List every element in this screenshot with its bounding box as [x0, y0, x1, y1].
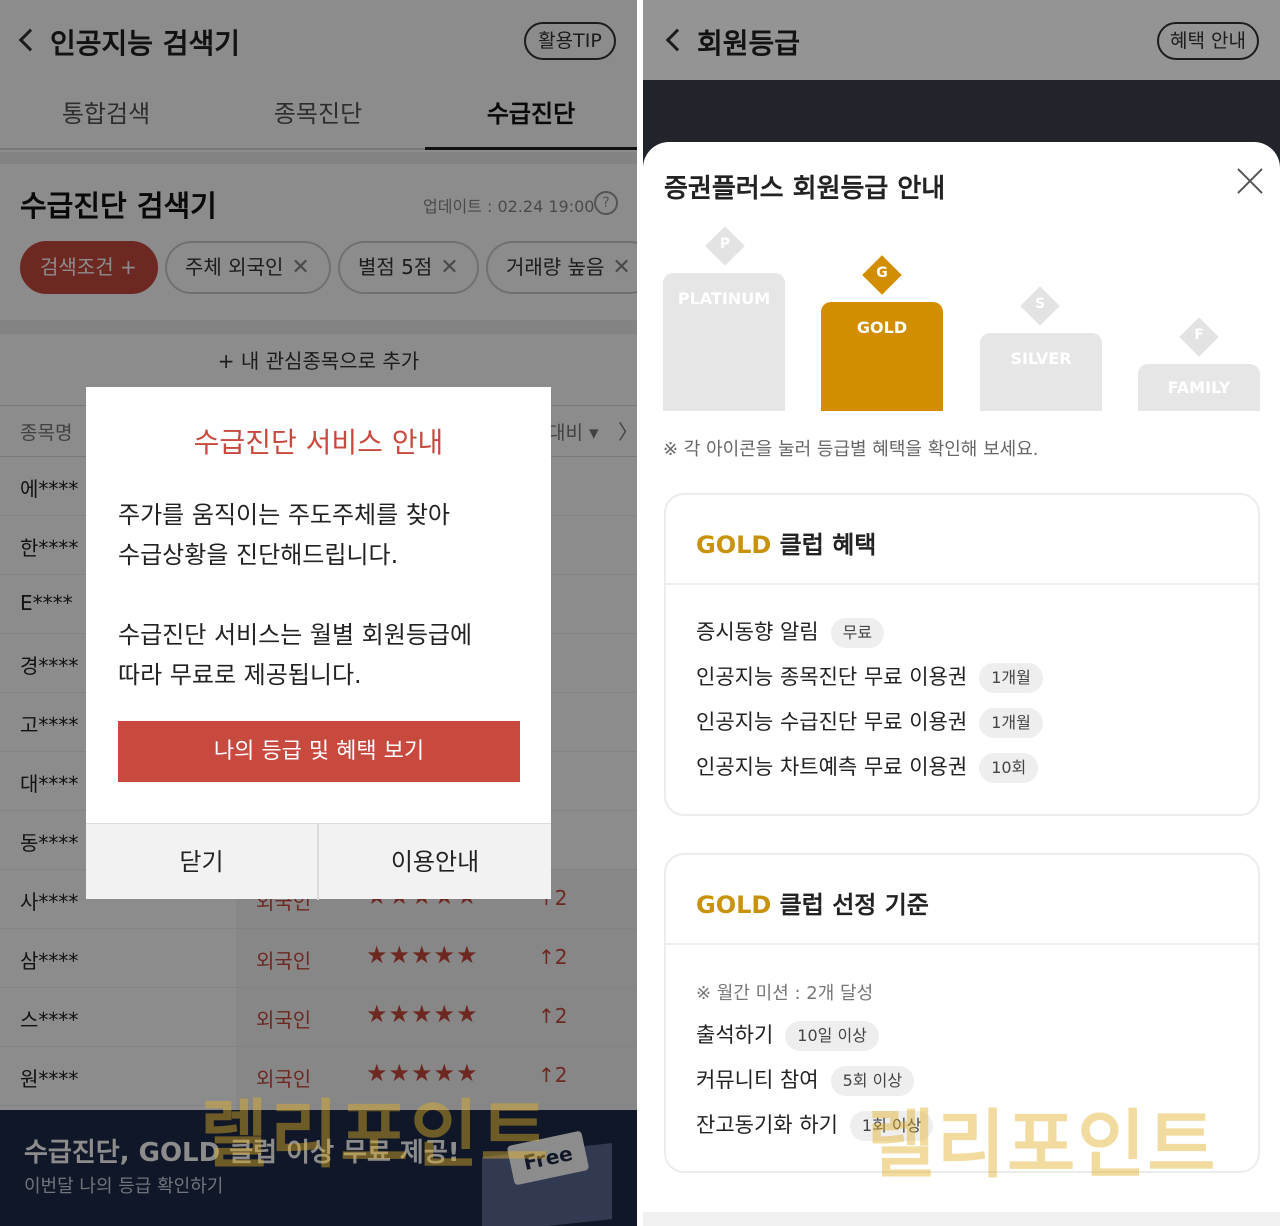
card-divider [666, 943, 1258, 945]
sheet-title: 증권플러스 회원등급 안내 [664, 174, 946, 204]
benefit-item: 인공지능 수급진단 무료 이용권 1개월 [696, 706, 1043, 738]
criteria-item: 출석하기 10일 이상 [696, 1019, 879, 1051]
benefit-label: 증시동향 알림 [696, 620, 819, 644]
criteria-label: 출석하기 [696, 1023, 774, 1047]
modal-text: 주가를 움직이는 주도주체를 찾아 [118, 501, 451, 529]
watermark-logo: 렐리포인트 [867, 1102, 1218, 1188]
tier-platinum[interactable]: PLATINUM [663, 273, 785, 411]
tier-name: SILVER [1010, 349, 1072, 368]
tier-silver[interactable]: SILVER [980, 333, 1102, 411]
benefit-item: 인공지능 종목진단 무료 이용권 1개월 [696, 661, 1043, 693]
modal-text: 수급상황을 진단해드립니다. [118, 541, 399, 569]
benefit-label: 인공지능 차트예측 무료 이용권 [696, 755, 968, 779]
benefit-badge: 무료 [830, 618, 885, 648]
tier-letter: P [719, 236, 731, 252]
usage-guide-button[interactable]: 이용안내 [319, 824, 551, 900]
criteria-badge: 10일 이상 [785, 1021, 879, 1051]
tier-name: GOLD [856, 318, 908, 337]
card-title: GOLD 클럽 선정 기준 [696, 885, 929, 920]
service-info-modal: 수급진단 서비스 안내 주가를 움직이는 주도주체를 찾아 수급상황을 진단해드… [86, 387, 551, 900]
card-title: GOLD 클럽 혜택 [696, 525, 876, 560]
tier-letter: S [1034, 296, 1046, 312]
diamond-icon: G [862, 255, 902, 295]
left-screen: 인공지능 검색기 활용TIP 통합검색 종목진단 수급진단 수급진단 검색기 업… [0, 0, 637, 1226]
view-my-grade-button[interactable]: 나의 등급 및 혜택 보기 [118, 721, 520, 782]
mission-note: ※ 월간 미션 : 2개 달성 [696, 983, 874, 1004]
card-title-text: 클럽 혜택 [771, 531, 877, 559]
card-title-text: 클럽 선정 기준 [771, 891, 929, 919]
modal-title: 수급진단 서비스 안내 [193, 426, 444, 459]
tier-name: PLATINUM [677, 289, 771, 308]
tier-family[interactable]: FAMILY [1138, 364, 1260, 411]
grade-info-sheet: 증권플러스 회원등급 안내 P PLATINUM G GOLD S SILVER… [643, 142, 1280, 1226]
benefit-badge: 1개월 [979, 663, 1043, 693]
modal-text: 수급진단 서비스는 월별 회원등급에 [118, 621, 473, 649]
close-button[interactable]: 닫기 [86, 824, 317, 900]
tier-label: GOLD [696, 531, 772, 559]
bottom-bar [643, 1212, 1280, 1226]
diamond-icon: F [1179, 317, 1219, 357]
tier-name: FAMILY [1167, 378, 1231, 397]
diamond-icon: S [1020, 286, 1060, 326]
tier-gold[interactable]: GOLD [821, 302, 943, 411]
benefit-item: 증시동향 알림 무료 [696, 616, 885, 648]
benefit-badge: 1개월 [979, 708, 1043, 738]
modal-text: 따라 무료로 제공됩니다. [118, 661, 362, 689]
tier-letter: G [876, 265, 888, 281]
benefit-label: 인공지능 수급진단 무료 이용권 [696, 710, 968, 734]
benefits-card: GOLD 클럽 혜택 증시동향 알림 무료 인공지능 종목진단 무료 이용권 1개월… [664, 493, 1260, 816]
diamond-icon: P [705, 226, 745, 266]
watermark-logo: 렐리포인트 [200, 1092, 551, 1178]
criteria-label: 잔고동기화 하기 [696, 1113, 838, 1137]
tier-letter: F [1194, 327, 1204, 343]
tier-label: GOLD [696, 891, 772, 919]
close-icon[interactable] [1235, 166, 1265, 196]
card-divider [666, 583, 1258, 585]
tier-hint: ※ 각 아이콘을 눌러 등급별 혜택을 확인해 보세요. [663, 439, 1039, 460]
benefit-item: 인공지능 차트예측 무료 이용권 10회 [696, 751, 1039, 783]
benefit-badge: 10회 [979, 753, 1039, 783]
benefit-label: 인공지능 종목진단 무료 이용권 [696, 665, 968, 689]
criteria-label: 커뮤니티 참여 [696, 1068, 819, 1092]
right-screen: 회원등급 혜택 안내 증권플러스 회원등급 안내 P PLATINUM G GO… [643, 0, 1280, 1226]
modal-footer: 닫기 이용안내 [86, 823, 551, 900]
